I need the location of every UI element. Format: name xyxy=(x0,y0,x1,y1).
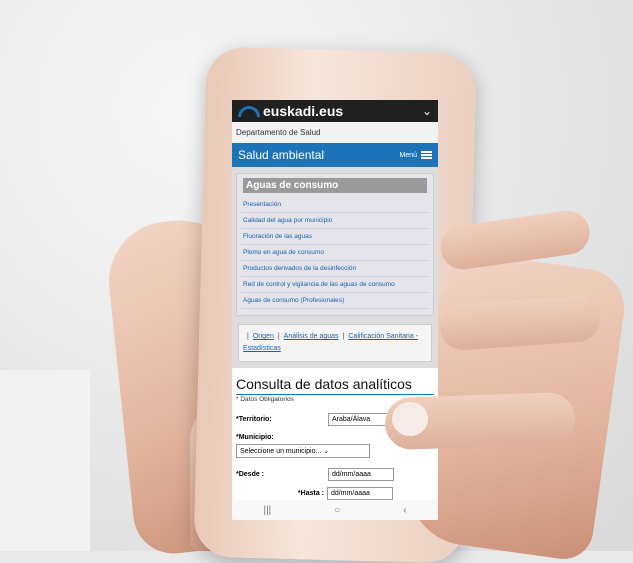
logo-arc-icon xyxy=(238,105,260,117)
aguas-link[interactable]: Presentación xyxy=(241,197,429,213)
aguas-link[interactable]: Calidad del agua por municipio xyxy=(241,213,429,229)
home-icon[interactable]: ○ xyxy=(334,505,340,516)
phone-screen: euskadi.eus ⌄ Departamento de Salud Salu… xyxy=(232,100,438,520)
aguas-link[interactable]: Plomo en agua de consumo xyxy=(241,245,429,261)
municipio-label: *Municipio: xyxy=(236,434,274,441)
hasta-label: *Hasta : xyxy=(297,490,324,497)
aguas-link[interactable]: Fluoración de las aguas xyxy=(241,229,429,245)
page-title: Consulta de datos analíticos xyxy=(236,376,434,395)
tab-origen[interactable]: Origen xyxy=(253,333,274,340)
recent-apps-icon[interactable]: ||| xyxy=(263,505,271,516)
separator: | xyxy=(277,333,280,340)
site-header: euskadi.eus ⌄ xyxy=(232,100,438,122)
aguas-link[interactable]: Red de control y vigilancia de las aguas… xyxy=(241,277,429,293)
section-bar: Salud ambiental Menú xyxy=(232,143,438,167)
euskadi-logo[interactable]: euskadi.eus xyxy=(238,103,343,119)
thumbnail xyxy=(392,402,428,436)
hasta-input[interactable]: dd/mm/aaaa xyxy=(327,487,393,500)
android-navbar: ||| ○ ‹ xyxy=(232,500,438,520)
menu-button[interactable]: Menú xyxy=(399,152,432,159)
department-label: Departamento de Salud xyxy=(232,122,438,143)
aguas-link[interactable]: Aguas de consumo (Profesionales) xyxy=(241,293,429,309)
aguas-title: Aguas de consumo xyxy=(243,178,427,193)
desde-label: *Desde : xyxy=(236,471,265,478)
section-title[interactable]: Salud ambiental xyxy=(238,148,324,162)
desde-row: *Desde : dd/mm/aaaa xyxy=(236,468,434,481)
municipio-select[interactable]: Seleccione un municipio... ⌄ xyxy=(236,444,370,458)
chevron-down-icon[interactable]: ⌄ xyxy=(422,104,432,118)
aguas-link[interactable]: Productos derivados de la desinfección xyxy=(241,261,429,277)
separator: | xyxy=(247,333,249,340)
municipio-value: Seleccione un municipio... xyxy=(240,448,322,455)
content-area: Aguas de consumo Presentación Calidad de… xyxy=(232,167,438,368)
separator: | xyxy=(342,333,345,340)
hasta-row: *Hasta : dd/mm/aaaa xyxy=(236,487,434,500)
sub-navigation: | Origen | Análisis de aguas | Calificación S… xyxy=(238,324,432,362)
tab-analisis[interactable]: Análisis de aguas xyxy=(284,333,339,340)
desde-input[interactable]: dd/mm/aaaa xyxy=(328,468,394,481)
territorio-label: *Territorio: xyxy=(236,416,272,423)
menu-label: Menú xyxy=(399,151,417,159)
aguas-menu: Aguas de consumo Presentación Calidad de… xyxy=(236,173,434,316)
back-icon[interactable]: ‹ xyxy=(403,505,406,516)
background-panel xyxy=(0,370,90,551)
hamburger-icon xyxy=(421,154,432,156)
logo-text: euskadi.eus xyxy=(263,103,344,119)
